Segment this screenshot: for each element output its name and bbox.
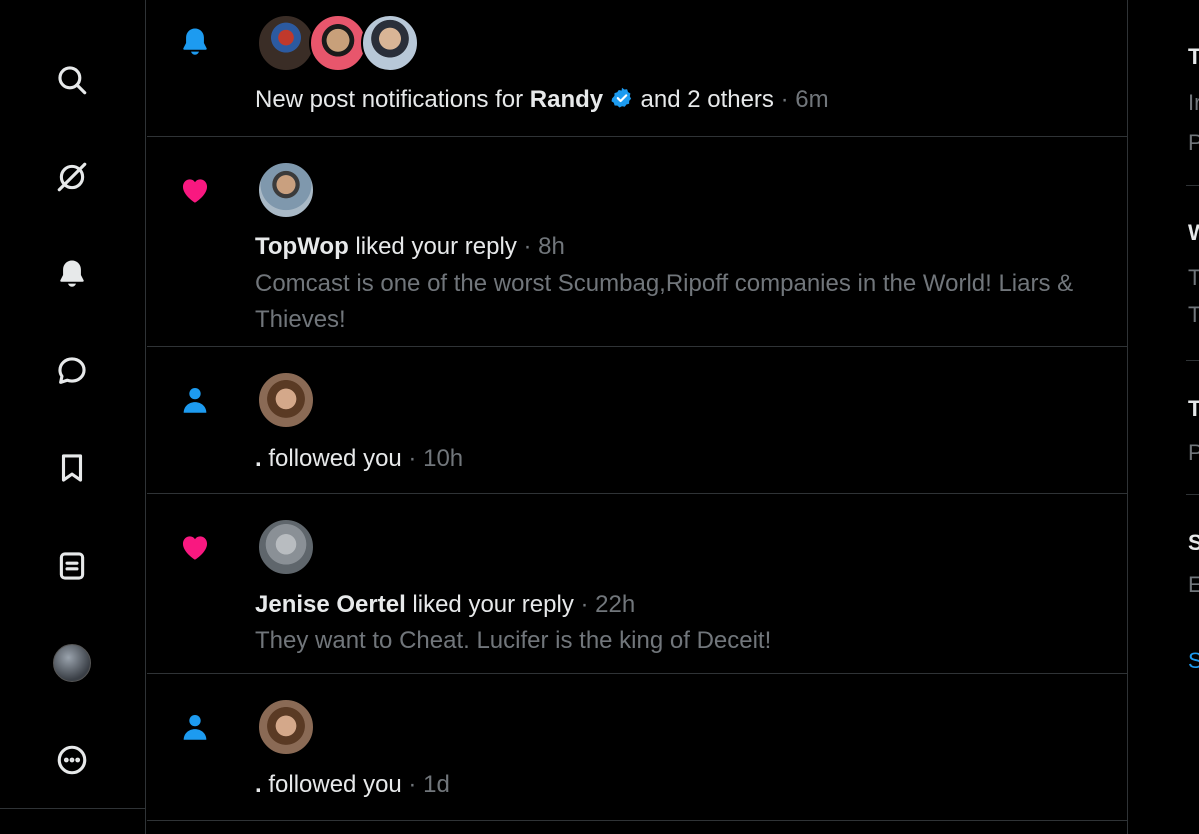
sidebar-heading[interactable]: S [1188,530,1199,556]
separator: · [573,591,596,618]
user-name[interactable]: TopWop [255,233,349,260]
heart-icon [177,172,213,208]
reply-text[interactable]: Comcast is one of the worst Scumbag,Ripo… [255,266,1105,338]
divider [1186,494,1199,495]
notifications-feed: New post notifications for Randy and 2 o… [147,0,1127,834]
notification-item[interactable]: Jenise Oertel liked your reply · 22h The… [147,494,1127,674]
timestamp: 6m [795,86,829,113]
notification-text: . followed you · 1d [255,771,450,799]
bookmarks-icon[interactable] [50,446,94,490]
notification-item[interactable]: . followed you · 10h [147,347,1127,494]
notification-text: New post notifications for Randy and 2 o… [255,86,829,114]
avatar[interactable] [257,371,315,429]
lists-icon[interactable] [50,544,94,588]
person-icon [177,709,213,745]
notification-text: Jenise Oertel liked your reply · 22h [255,591,635,619]
grok-icon[interactable] [50,155,94,199]
timestamp: 8h [538,233,565,260]
sidebar-text: E [1188,572,1199,598]
timestamp: 22h [595,591,636,618]
avatar [53,644,91,682]
sidebar-heading: T [1188,44,1199,70]
separator: · [401,771,424,798]
divider [0,808,146,809]
avatar-group [257,698,315,756]
show-more-link[interactable]: S [1188,648,1199,674]
avatar-group [257,518,315,576]
notification-action: liked your reply [405,591,574,618]
sidebar-text: T [1188,302,1199,328]
person-icon [177,382,213,418]
sidebar-text: P [1188,130,1199,156]
sidebar-heading[interactable]: T [1188,396,1199,422]
avatar-group [257,371,315,429]
notification-item[interactable]: New post notifications for Randy and 2 o… [147,0,1127,137]
sidebar-heading[interactable]: W [1188,220,1199,246]
separator: · [401,445,424,472]
notification-action: liked your reply [348,233,517,260]
divider [1186,360,1199,361]
sidebar-text: T [1188,265,1199,291]
avatar[interactable] [309,14,367,72]
sidebar-text: P [1188,440,1199,466]
messages-icon[interactable] [50,349,94,393]
profile-avatar[interactable] [50,641,94,685]
reply-text[interactable]: They want to Cheat. Lucifer is the king … [255,623,1105,659]
sidebar-text: Ir [1188,90,1199,115]
notification-action: followed you [261,445,402,472]
separator: · [773,86,796,113]
timestamp: 10h [423,445,464,472]
avatar[interactable] [257,14,315,72]
user-name[interactable]: . [255,445,262,472]
separator: · [516,233,539,260]
user-name[interactable]: Jenise Oertel [255,591,406,618]
right-sidebar: T Ir P W T T T P S E S [1127,0,1199,834]
avatar-group [257,161,315,219]
timestamp: 1d [423,771,450,798]
notification-action: followed you [261,771,402,798]
user-name[interactable]: Randy [530,86,603,113]
notification-text: TopWop liked your reply · 8h [255,233,565,261]
notifications-icon[interactable] [50,252,94,296]
notification-suffix: and 2 others [633,86,774,113]
notification-text: . followed you · 10h [255,445,463,473]
search-icon[interactable] [50,58,94,102]
bell-icon [177,24,213,60]
avatar[interactable] [257,161,315,219]
avatar[interactable] [257,518,315,576]
more-icon[interactable] [50,738,94,782]
heart-icon [177,529,213,565]
left-nav-rail [0,0,146,834]
avatar[interactable] [361,14,419,72]
avatar[interactable] [257,698,315,756]
notification-item[interactable]: . followed you · 1d [147,674,1127,821]
user-name[interactable]: . [255,771,262,798]
notification-prefix: New post notifications for [255,86,530,113]
verified-badge-icon [611,87,631,108]
avatar-group [257,14,419,72]
divider [1186,185,1199,186]
notification-item[interactable]: TopWop liked your reply · 8h Comcast is … [147,137,1127,347]
